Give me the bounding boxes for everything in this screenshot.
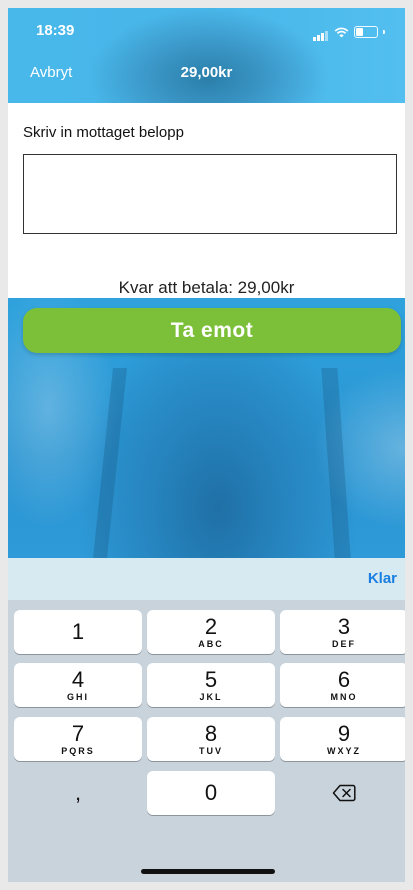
wifi-icon [334,27,349,37]
take-payment-button[interactable]: Ta emot [23,308,401,353]
key-digit: 2 [204,613,218,639]
remaining-to-pay: Kvar att betala: 29,00kr [118,278,295,297]
key-1[interactable]: 1 [14,610,142,654]
key-letters: JKL [199,691,223,702]
numeric-keypad: 1 2 ABC 3 DEF 4 GHI 5 JKL 6 MNO 7 PQRS 8… [8,600,405,882]
battery-icon [354,26,378,38]
key-digit: 4 [71,666,85,692]
screen-frame: 18:39 29,00kr Avbryt Skriv in mottaget b… [0,0,413,890]
key-6[interactable]: 6 MNO [280,663,405,707]
key-digit: 9 [337,720,351,746]
home-indicator [141,869,275,874]
key-digit: 6 [337,666,351,692]
keyboard-done-button[interactable]: Klar [368,570,397,587]
received-amount-input[interactable] [23,154,397,234]
keyboard-accessory-bar: Klar [8,558,405,600]
key-digit: , [74,780,82,805]
key-2[interactable]: 2 ABC [147,610,275,654]
key-3[interactable]: 3 DEF [280,610,405,654]
key-9[interactable]: 9 WXYZ [280,717,405,761]
key-letters: DEF [332,638,356,649]
key-digit: 1 [71,619,85,644]
key-0[interactable]: 0 [147,771,275,815]
key-digit: 3 [337,613,351,639]
key-letters: MNO [330,691,358,702]
key-digit: 7 [71,720,85,746]
key-letters: ABC [198,638,224,649]
key-comma[interactable]: , [14,771,142,815]
key-5[interactable]: 5 JKL [147,663,275,707]
backspace-icon [332,784,356,802]
key-letters: PQRS [61,745,95,756]
key-letters: TUV [199,745,223,756]
status-icons [313,23,385,41]
status-time: 18:39 [36,22,75,39]
cancel-button[interactable]: Avbryt [30,64,72,81]
key-digit: 8 [204,720,218,746]
key-7[interactable]: 7 PQRS [14,717,142,761]
key-4[interactable]: 4 GHI [14,663,142,707]
amount-panel: Skriv in mottaget belopp Kvar att betala… [8,103,405,298]
key-letters: WXYZ [327,745,361,756]
key-8[interactable]: 8 TUV [147,717,275,761]
key-digit: 5 [204,666,218,692]
battery-cap [383,30,385,34]
amount-field-label: Skriv in mottaget belopp [23,124,184,141]
key-letters: GHI [66,691,89,702]
key-digit: 0 [204,780,218,805]
signal-icon [313,23,329,41]
phone-screen: 18:39 29,00kr Avbryt Skriv in mottaget b… [8,8,405,882]
backspace-key[interactable] [280,771,405,815]
